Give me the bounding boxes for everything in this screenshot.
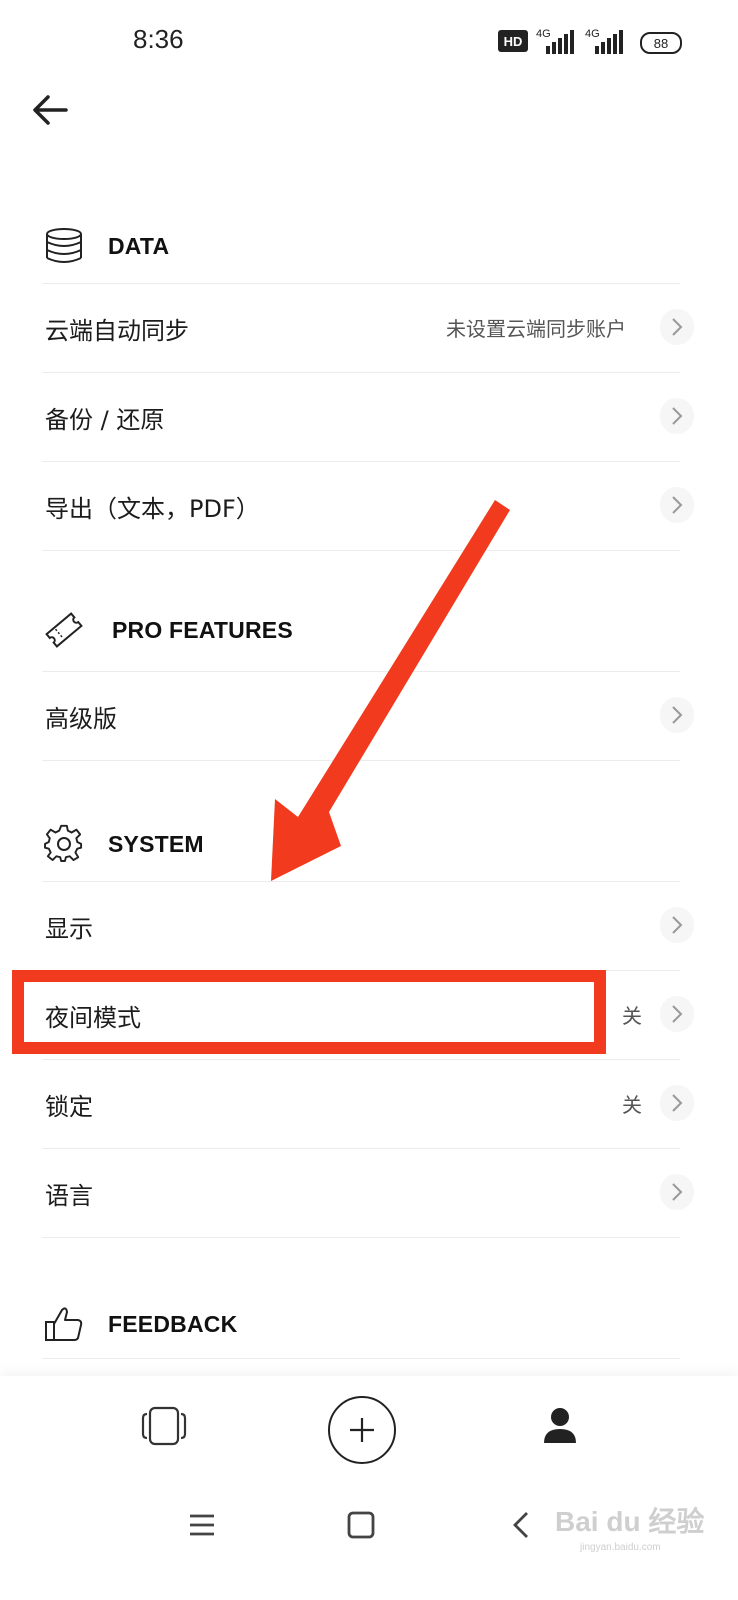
chevron-right-icon	[660, 996, 694, 1032]
status-time: 8:36	[133, 24, 184, 54]
divider	[42, 760, 680, 761]
watermark-url: jingyan.baidu.com	[580, 1542, 661, 1553]
chevron-right-icon	[660, 697, 694, 733]
row-label: 备份 / 还原	[45, 406, 165, 434]
setting-backup-restore[interactable]: 备份 / 还原	[0, 372, 738, 461]
section-title: DATA	[108, 232, 170, 259]
chevron-right-icon	[660, 1174, 694, 1210]
back-icon[interactable]	[504, 1508, 538, 1542]
row-value: 关	[622, 1093, 642, 1117]
row-value: 关	[622, 1004, 642, 1028]
hd-badge: HD	[498, 30, 528, 52]
setting-premium[interactable]: 高级版	[0, 671, 738, 760]
profile-icon[interactable]	[538, 1404, 582, 1448]
database-icon	[42, 224, 86, 268]
row-label: 锁定	[45, 1093, 93, 1121]
row-label: 语言	[45, 1182, 93, 1210]
section-header-data: DATA	[42, 216, 169, 276]
section-title: FEEDBACK	[108, 1310, 238, 1337]
setting-display[interactable]: 显示	[0, 881, 738, 970]
setting-cloud-sync[interactable]: 云端自动同步 未设置云端同步账户	[0, 283, 738, 372]
chevron-right-icon	[660, 309, 694, 345]
setting-lock[interactable]: 锁定 关	[0, 1059, 738, 1148]
row-label: 高级版	[45, 705, 117, 733]
back-button[interactable]	[30, 92, 70, 128]
signal-icon-1: 4G	[536, 28, 582, 54]
menu-icon[interactable]	[185, 1508, 219, 1542]
row-value: 未设置云端同步账户	[446, 317, 626, 341]
divider	[42, 1358, 680, 1359]
cards-icon[interactable]	[140, 1402, 188, 1450]
setting-export[interactable]: 导出（文本，PDF）	[0, 461, 738, 550]
chevron-right-icon	[660, 907, 694, 943]
chevron-right-icon	[660, 1085, 694, 1121]
gear-icon	[42, 822, 86, 866]
row-label: 显示	[45, 915, 93, 943]
setting-language[interactable]: 语言	[0, 1148, 738, 1237]
watermark: Bai du 经验	[555, 1506, 705, 1537]
chevron-right-icon	[660, 398, 694, 434]
ticket-icon	[42, 608, 86, 652]
thumbs-up-icon	[42, 1302, 86, 1346]
plus-icon	[350, 1418, 374, 1442]
section-header-feedback: FEEDBACK	[42, 1294, 237, 1354]
home-icon[interactable]	[344, 1508, 378, 1542]
battery-indicator: 88	[640, 32, 682, 54]
section-title: SYSTEM	[108, 830, 204, 857]
section-header-system: SYSTEM	[42, 814, 204, 874]
chevron-right-icon	[660, 487, 694, 523]
section-header-pro: PRO FEATURES	[42, 600, 293, 660]
arrow-left-icon	[33, 95, 68, 125]
divider	[42, 550, 680, 551]
divider	[42, 1237, 680, 1238]
signal-icon-2: 4G	[585, 28, 631, 54]
row-label: 导出（文本，PDF）	[45, 495, 260, 523]
section-title: PRO FEATURES	[112, 616, 293, 643]
highlight-box	[12, 970, 606, 1054]
add-button[interactable]	[328, 1396, 396, 1464]
bottom-app-bar	[0, 1376, 738, 1486]
row-label: 云端自动同步	[45, 317, 189, 345]
